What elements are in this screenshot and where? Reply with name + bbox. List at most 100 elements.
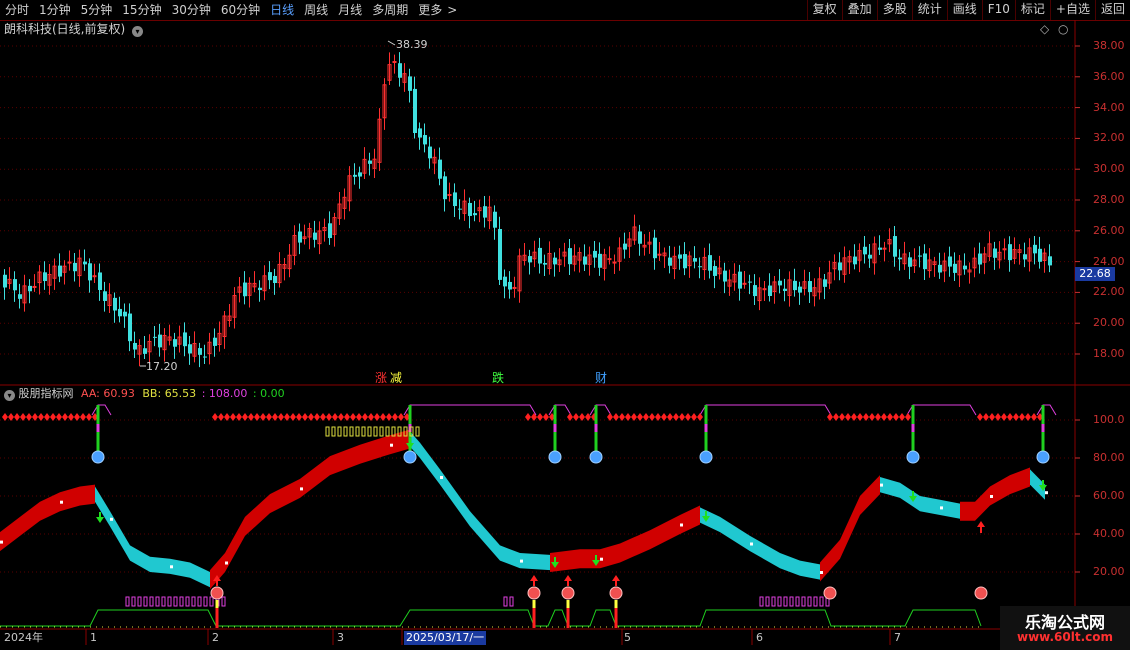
ribbon-segment xyxy=(420,442,440,485)
marker-die: 跌 xyxy=(492,371,505,385)
candle-body xyxy=(607,258,612,261)
candle-body xyxy=(83,261,87,265)
candle-body xyxy=(783,288,787,291)
candle-body xyxy=(1023,254,1027,260)
indicator-series xyxy=(0,404,1057,628)
candle-body xyxy=(653,237,657,259)
aa-label: AA: xyxy=(81,387,100,400)
price-panel-title[interactable]: 朗科科技(日线,前复权) ▾ xyxy=(4,22,144,37)
price-y-label: 28.00 xyxy=(1093,193,1125,206)
candle-body xyxy=(713,266,717,276)
candle-body xyxy=(762,288,767,291)
candle-body xyxy=(623,243,627,250)
candle-body xyxy=(92,275,97,278)
ribbon-dot xyxy=(300,487,303,491)
price-y-label: 34.00 xyxy=(1093,100,1125,114)
ribbon-segment xyxy=(60,486,80,512)
candle-body xyxy=(778,280,782,286)
candle-body xyxy=(923,253,927,270)
circle-icon[interactable]: ○ xyxy=(1058,22,1068,36)
ind-y-label: 20.00 xyxy=(1093,565,1125,578)
candle-body xyxy=(13,279,17,291)
candle-body xyxy=(508,281,512,290)
yellow-bar xyxy=(373,426,378,437)
ribbon-segment xyxy=(470,511,500,561)
up-arrow-icon xyxy=(977,521,985,533)
candle-body xyxy=(67,261,72,264)
buy-bar-mid xyxy=(566,600,570,608)
up-arrow-icon xyxy=(564,575,572,586)
diamond-marker xyxy=(350,413,356,421)
candle-body xyxy=(1008,244,1012,261)
signal-bar-mid xyxy=(594,424,598,432)
signal-bar-mid xyxy=(911,424,915,432)
candle-body xyxy=(468,202,472,216)
x-label-1: 1 xyxy=(90,631,97,644)
diamond-icon[interactable]: ◇ xyxy=(1040,22,1049,36)
candle-body xyxy=(313,232,317,240)
ribbon-dot xyxy=(820,571,823,574)
ribbon-segment xyxy=(990,475,1010,506)
candle-body xyxy=(753,285,757,297)
x-label-year: 2024年 xyxy=(4,631,43,644)
candle-body xyxy=(447,193,452,196)
x-label-7: 7 xyxy=(894,631,901,644)
candle-body xyxy=(133,342,137,350)
diamond-marker xyxy=(386,413,392,421)
candle-body xyxy=(158,334,162,348)
diamond-marker xyxy=(50,413,56,421)
diamond-marker xyxy=(525,413,531,421)
watermark-logo: 乐淘公式网 www.60lt.com xyxy=(1000,606,1130,650)
candle-body xyxy=(88,263,92,281)
magenta-bar xyxy=(161,596,166,607)
diamond-marker xyxy=(613,413,619,421)
ribbon-dot xyxy=(750,542,753,546)
candle-body xyxy=(638,231,642,244)
candle-body xyxy=(993,248,997,258)
candle-body xyxy=(938,264,942,273)
candle-body xyxy=(868,254,872,259)
current-price-badge: 22.68 xyxy=(1075,267,1115,281)
candle-body xyxy=(58,265,62,277)
indicator-header[interactable]: ▾ 股朋指标网 AA: 60.93 BB: 65.53 : 108.00 : 0… xyxy=(4,387,285,401)
yellow-bar xyxy=(325,426,330,437)
green-step-line xyxy=(0,609,982,627)
ribbon-dot xyxy=(390,443,393,447)
candle-body xyxy=(878,247,882,250)
chevron-down-icon[interactable]: ▾ xyxy=(4,390,15,401)
candle-body xyxy=(568,248,572,265)
diamond-marker xyxy=(649,413,655,421)
candle-body xyxy=(328,223,332,239)
candle-body xyxy=(1002,248,1007,251)
magenta-bar xyxy=(131,596,136,607)
diamond-marker xyxy=(338,413,344,421)
candle-body xyxy=(742,282,747,285)
candle-body xyxy=(798,286,802,293)
diamond-marker xyxy=(697,413,703,421)
magenta-bar xyxy=(759,596,764,607)
ribbon-segment xyxy=(40,492,60,521)
magenta-step xyxy=(906,404,977,416)
diamond-marker xyxy=(977,413,983,421)
candle-body xyxy=(598,253,602,268)
signal-bar-mid xyxy=(1041,424,1045,432)
ribbon-segment xyxy=(920,496,940,515)
diamond-marker xyxy=(86,413,92,421)
chevron-down-icon[interactable]: ▾ xyxy=(132,26,144,37)
candle-body xyxy=(493,211,497,228)
diamond-marker xyxy=(398,413,404,421)
ribbon-dot xyxy=(110,517,113,521)
ribbon-dot xyxy=(990,495,993,498)
candle-body xyxy=(543,262,547,265)
candle-body xyxy=(28,285,32,292)
blue-ball-icon xyxy=(589,450,603,464)
ribbon-dot xyxy=(0,540,3,544)
magenta-bar xyxy=(137,596,142,607)
ribbon-segment xyxy=(680,505,700,534)
yellow-bar xyxy=(349,426,354,437)
ribbon-segment xyxy=(20,501,40,536)
diamond-marker xyxy=(266,413,272,421)
diamond-marker xyxy=(230,413,236,421)
candle-body xyxy=(808,281,812,293)
bb-label: BB: xyxy=(142,387,162,400)
